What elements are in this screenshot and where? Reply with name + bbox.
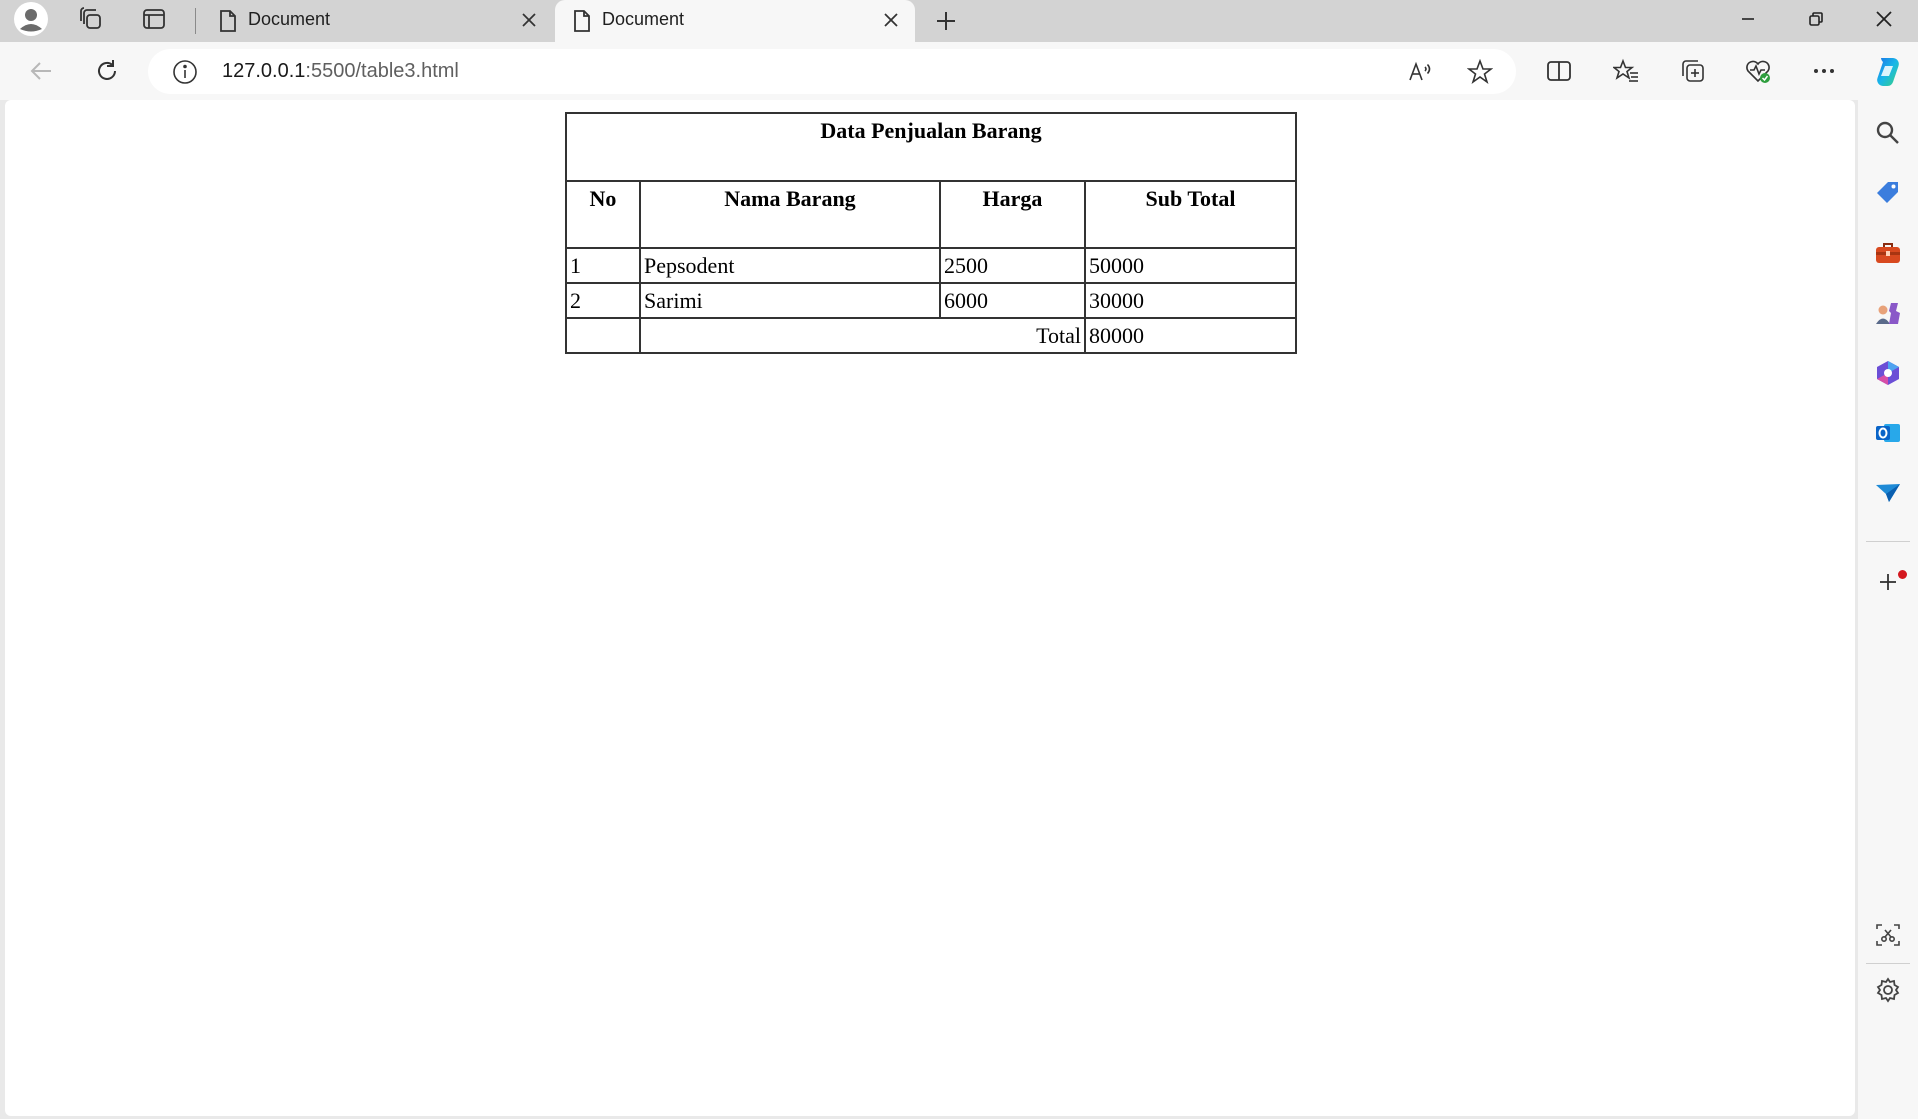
notification-dot — [1898, 570, 1907, 579]
tab-document-2[interactable]: Document — [555, 0, 915, 42]
minimize-button[interactable] — [1716, 0, 1780, 38]
search-icon[interactable] — [1868, 113, 1908, 153]
cell-no: 2 — [565, 282, 641, 319]
screenshot-icon[interactable] — [1868, 915, 1908, 955]
cell-name: Pepsodent — [639, 247, 941, 284]
edge-sidebar — [1858, 100, 1918, 1119]
close-tab-icon[interactable] — [517, 8, 541, 32]
workspaces-icon[interactable] — [68, 0, 114, 38]
new-tab-button[interactable] — [928, 4, 964, 38]
sales-table: Data Penjualan Barang No Nama Barang Har… — [565, 112, 1297, 354]
outlook-icon[interactable] — [1868, 413, 1908, 453]
tab-document-1[interactable]: Document — [201, 0, 553, 42]
cell-subtotal: 30000 — [1084, 282, 1297, 319]
back-button[interactable] — [21, 51, 61, 91]
close-tab-icon[interactable] — [879, 8, 903, 32]
header-nama-barang: Nama Barang — [639, 180, 941, 249]
favorite-star-icon[interactable] — [1460, 52, 1500, 92]
cell-name: Sarimi — [639, 282, 941, 319]
total-label: Total — [639, 317, 1086, 354]
close-window-button[interactable] — [1852, 0, 1916, 38]
tools-briefcase-icon[interactable] — [1868, 233, 1908, 273]
document-icon — [571, 9, 593, 38]
address-bar[interactable]: 127.0.0.1:5500/table3.html — [148, 49, 1516, 94]
url-host: 127.0.0.1 — [222, 60, 306, 82]
total-value: 80000 — [1084, 317, 1297, 354]
games-icon[interactable] — [1868, 293, 1908, 333]
send-drop-icon[interactable] — [1868, 473, 1908, 513]
favorites-icon[interactable] — [1606, 51, 1646, 91]
cell-price: 2500 — [939, 247, 1086, 284]
tab-title: Document — [602, 9, 685, 29]
cell-price: 6000 — [939, 282, 1086, 319]
url-text[interactable]: 127.0.0.1:5500/table3.html — [222, 60, 459, 83]
add-sidebar-app-icon[interactable] — [1868, 562, 1908, 602]
refresh-button[interactable] — [87, 51, 127, 91]
restore-button[interactable] — [1784, 0, 1848, 38]
profile-avatar-icon[interactable] — [8, 0, 54, 38]
split-screen-icon[interactable] — [1539, 51, 1579, 91]
tab-actions-icon[interactable] — [131, 0, 177, 38]
navigation-toolbar: 127.0.0.1:5500/table3.html — [0, 42, 1918, 100]
cell-no: 1 — [565, 247, 641, 284]
tab-title: Document — [248, 9, 331, 29]
sidebar-divider — [1866, 963, 1910, 964]
url-path: :5500/table3.html — [305, 60, 459, 82]
microsoft-365-icon[interactable] — [1868, 353, 1908, 393]
read-aloud-icon[interactable] — [1400, 52, 1440, 92]
header-no: No — [565, 180, 641, 249]
site-info-icon[interactable] — [172, 59, 198, 90]
table-caption: Data Penjualan Barang — [565, 112, 1297, 182]
cell-subtotal: 50000 — [1084, 247, 1297, 284]
more-options-icon[interactable] — [1804, 51, 1844, 91]
browser-essentials-icon[interactable] — [1738, 51, 1778, 91]
table-row: 1 Pepsodent 2500 50000 — [565, 247, 1297, 284]
tab-separator — [195, 8, 196, 34]
total-row: Total 80000 — [565, 317, 1297, 354]
sidebar-divider — [1866, 541, 1910, 542]
table-row: 2 Sarimi 6000 30000 — [565, 282, 1297, 319]
header-sub-total: Sub Total — [1084, 180, 1297, 249]
document-icon — [217, 9, 239, 38]
settings-gear-icon[interactable] — [1868, 970, 1908, 1010]
cell-empty — [565, 317, 641, 354]
copilot-icon[interactable] — [1868, 51, 1908, 91]
collections-icon[interactable] — [1673, 51, 1713, 91]
shopping-tag-icon[interactable] — [1868, 173, 1908, 213]
header-harga: Harga — [939, 180, 1086, 249]
tab-strip: Document Document — [0, 0, 1918, 42]
